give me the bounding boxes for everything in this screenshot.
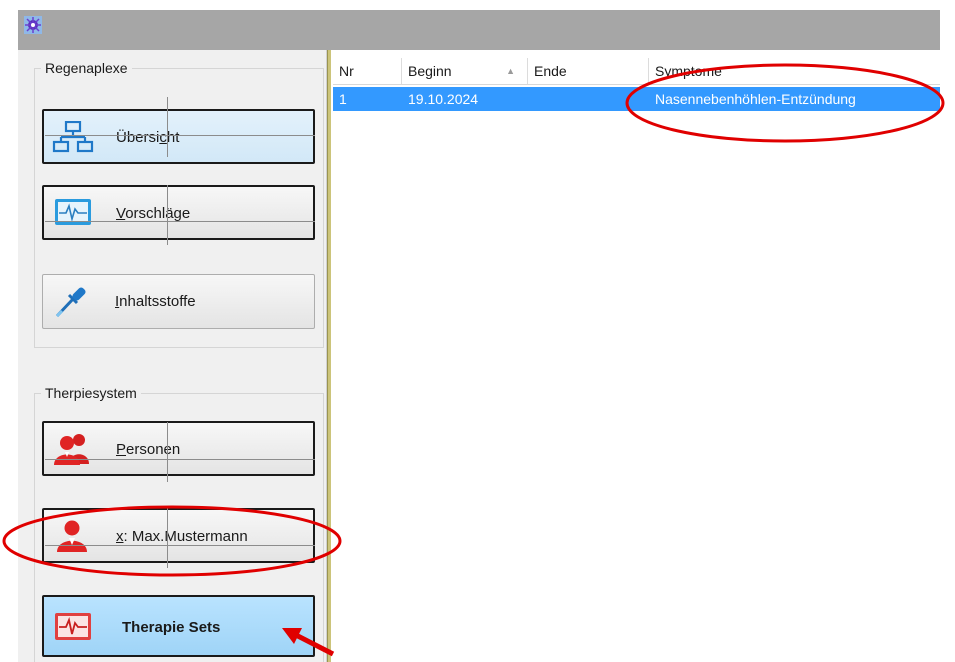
- cell-beginn: 19.10.2024: [408, 91, 479, 107]
- network-overview-icon: [52, 121, 94, 153]
- inhaltsstoffe-button[interactable]: Inhaltsstoffe: [42, 274, 315, 329]
- person-icon: [57, 520, 87, 552]
- current-person-label: x: Max.Mustermann: [116, 528, 248, 545]
- cell-nr: 1: [339, 91, 347, 107]
- guide-line: [167, 422, 168, 482]
- personen-button[interactable]: Personen: [42, 421, 315, 476]
- pipette-icon: [55, 287, 86, 317]
- guide-line: [167, 97, 168, 157]
- column-header-nr[interactable]: Nr: [333, 58, 402, 84]
- inhaltsstoffe-label: Inhaltsstoffe: [115, 293, 196, 310]
- guide-line: [45, 135, 315, 136]
- column-header-ende[interactable]: Ende: [528, 58, 649, 84]
- vorschlaege-label: Vorschläge: [116, 205, 191, 222]
- monitor-pulse-icon: [55, 199, 91, 225]
- vorschlaege-button[interactable]: Vorschläge: [42, 185, 315, 240]
- column-header-symptome[interactable]: Symptome: [649, 58, 940, 84]
- window-titlebar: [18, 10, 940, 50]
- persons-icon: [54, 434, 89, 465]
- uebersicht-label: Übersicht: [116, 129, 180, 146]
- cell-symptome: Nasennebenhöhlen-Entzündung: [655, 91, 856, 107]
- therapiesystem-group-title: Therpiesystem: [41, 385, 141, 401]
- guide-line: [45, 459, 315, 460]
- therapy-sets-table: Nr Beginn ▲ Ende Symptome 1 19.10.2024 Na…: [333, 58, 940, 111]
- personen-label: Personen: [116, 441, 181, 458]
- guide-line: [45, 545, 315, 546]
- table-row[interactable]: 1 19.10.2024 Nasennebenhöhlen-Entzündung: [333, 87, 940, 111]
- guide-line: [167, 185, 168, 245]
- current-person-button[interactable]: x: Max.Mustermann: [42, 508, 315, 563]
- table-header: Nr Beginn ▲ Ende Symptome: [333, 58, 940, 85]
- pane-splitter[interactable]: [327, 50, 331, 662]
- therapie-sets-label: Therapie Sets: [122, 619, 221, 636]
- guide-line: [45, 221, 315, 222]
- pulse-monitor-icon: [55, 613, 91, 640]
- column-header-beginn[interactable]: Beginn ▲: [402, 58, 528, 84]
- sort-ascending-icon: ▲: [506, 66, 515, 76]
- cell-ende: [528, 87, 649, 111]
- app-icon: [24, 16, 42, 34]
- uebersicht-button[interactable]: Übersicht: [42, 109, 315, 164]
- regenaplexe-group-title: Regenaplexe: [41, 60, 132, 76]
- navigation-pane: Regenaplexe Therpiesystem Übersicht Vors…: [18, 50, 327, 662]
- guide-line: [167, 508, 168, 568]
- therapie-sets-button[interactable]: Therapie Sets: [42, 595, 315, 657]
